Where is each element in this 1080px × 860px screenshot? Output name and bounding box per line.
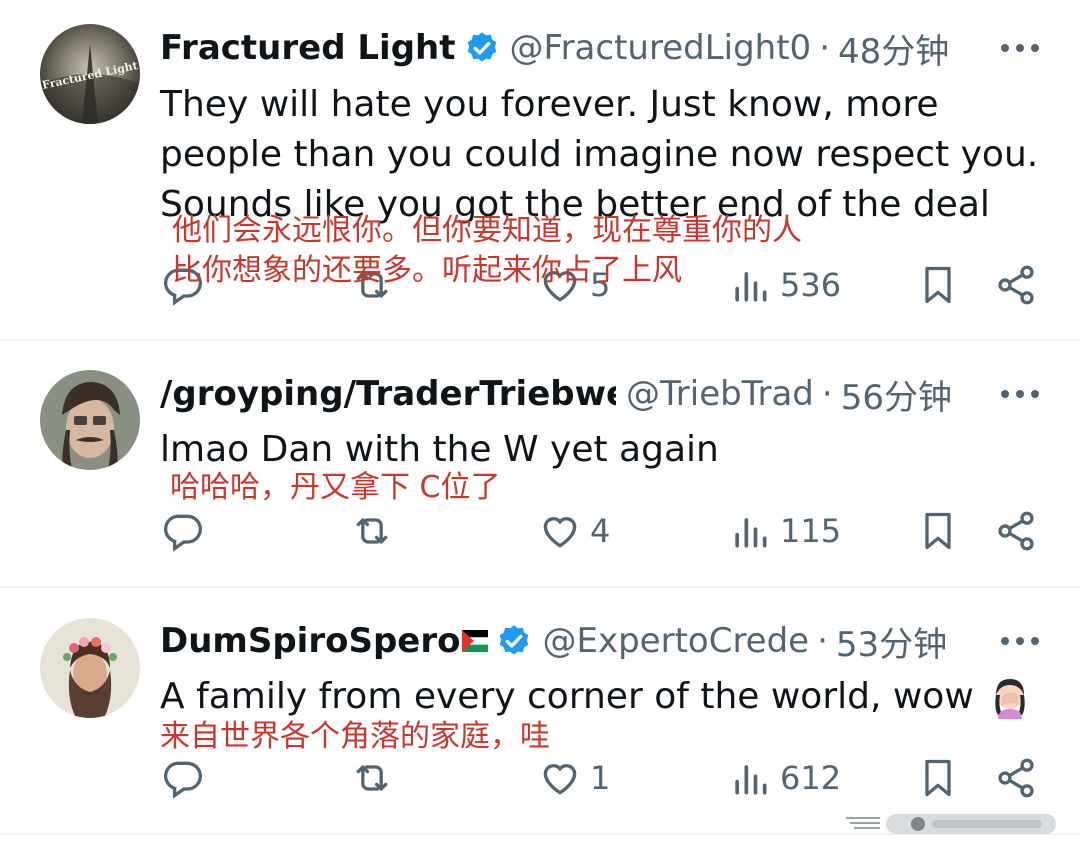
- translation-line: 来自世界各个角落的家庭，哇: [160, 719, 550, 754]
- views-icon: [735, 518, 767, 548]
- views-button[interactable]: 536: [728, 260, 841, 310]
- verified-badge-icon: [500, 625, 529, 655]
- like-count: 1: [590, 759, 611, 797]
- bookmark-icon: [925, 266, 951, 304]
- more-icon[interactable]: [980, 33, 1040, 63]
- translation-line: 他们会永远恨你。但你要知道，现在尊重你的人: [172, 213, 802, 248]
- views-button[interactable]: 612: [728, 753, 841, 803]
- bookmark-button[interactable]: [916, 506, 960, 556]
- timestamp[interactable]: 48分钟: [838, 24, 949, 73]
- display-name[interactable]: Fractured Light: [160, 28, 456, 68]
- views-icon: [735, 765, 767, 795]
- views-icon: [735, 272, 767, 302]
- share-button[interactable]: [994, 260, 1038, 310]
- tweet[interactable]: Fractured Light Fractured Light @Fractur…: [0, 0, 1080, 338]
- action-bar: 4 115: [160, 506, 1040, 556]
- palestine-flag-icon: [462, 630, 489, 652]
- display-name[interactable]: DumSpiroSpero: [160, 621, 460, 661]
- handle[interactable]: @FracturedLight0: [510, 28, 812, 68]
- view-count: 536: [780, 266, 842, 304]
- share-icon: [998, 265, 1034, 305]
- retweet-icon: [356, 765, 388, 791]
- bookmark-icon: [925, 759, 951, 797]
- heart-icon: [543, 517, 577, 548]
- reply-icon: [164, 761, 202, 799]
- tweet[interactable]: DumSpiroSpero @ExpertoCrede · 53分钟 A fam…: [0, 588, 1080, 832]
- share-icon: [998, 511, 1034, 551]
- timestamp[interactable]: 53分钟: [836, 617, 947, 666]
- watermark-logo: [846, 812, 1056, 836]
- action-bar: 1 612: [160, 753, 1040, 803]
- handle[interactable]: @TriebTrad: [626, 374, 814, 414]
- verified-badge-icon: [467, 32, 496, 62]
- share-button[interactable]: [994, 506, 1038, 556]
- like-count: 4: [590, 512, 611, 550]
- tweet-text-content: A family from every corner of the world,…: [160, 676, 974, 717]
- reply-button[interactable]: [160, 506, 204, 556]
- woman-facepalming-emoji-icon: [995, 679, 1025, 719]
- avatar[interactable]: [40, 370, 140, 470]
- separator: ·: [819, 28, 830, 68]
- heart-icon: [543, 764, 577, 795]
- like-button[interactable]: 1: [538, 753, 610, 803]
- more-icon[interactable]: [980, 379, 1040, 409]
- view-count: 115: [780, 512, 842, 550]
- bookmark-button[interactable]: [916, 260, 960, 310]
- bookmark-button[interactable]: [916, 753, 960, 803]
- more-icon[interactable]: [980, 626, 1040, 656]
- translation-line: 哈哈哈，丹又拿下 C位了: [170, 470, 501, 505]
- reply-button[interactable]: [160, 753, 204, 803]
- views-button[interactable]: 115: [728, 506, 841, 556]
- avatar[interactable]: Fractured Light: [40, 24, 140, 124]
- view-count: 612: [780, 759, 842, 797]
- timestamp[interactable]: 56分钟: [841, 370, 952, 419]
- translation-line: 比你想象的还要多。听起来你占了上风: [172, 253, 682, 288]
- retweet-button[interactable]: [350, 753, 394, 803]
- retweet-button[interactable]: [350, 506, 394, 556]
- like-button[interactable]: 4: [538, 506, 610, 556]
- share-icon: [998, 758, 1034, 798]
- retweet-icon: [356, 518, 388, 544]
- share-button[interactable]: [994, 753, 1038, 803]
- separator: ·: [821, 374, 833, 414]
- display-name[interactable]: /groyping/TraderTriebwe: [160, 374, 616, 414]
- handle[interactable]: @ExpertoCrede: [542, 621, 809, 661]
- reply-icon: [164, 514, 202, 552]
- tweet-text: They will hate you forever. Just know, m…: [160, 84, 1039, 225]
- tweet-text: A family from every corner of the world,…: [160, 672, 1050, 722]
- bookmark-icon: [925, 512, 951, 550]
- avatar[interactable]: [40, 618, 140, 718]
- separator: ·: [817, 621, 828, 661]
- tweet[interactable]: /groyping/TraderTriebwe @TriebTrad · 56分…: [0, 341, 1080, 585]
